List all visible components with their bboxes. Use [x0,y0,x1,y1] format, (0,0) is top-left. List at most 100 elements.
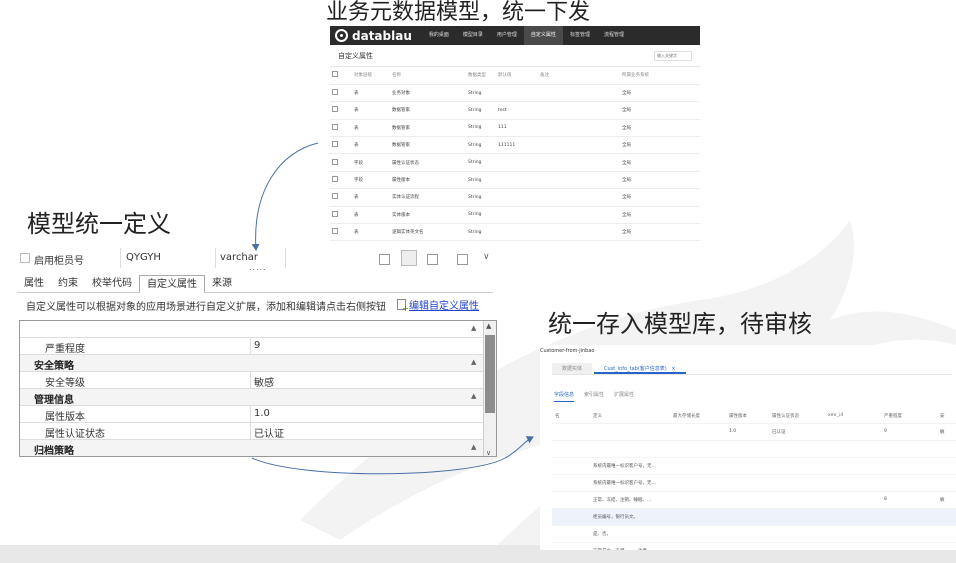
subtab-field-info[interactable]: 字段信息 [554,391,575,402]
column-divider [250,372,251,388]
row-checkbox[interactable] [330,101,352,120]
col-name[interactable]: 名称 [390,67,466,85]
subtab-index-attributes[interactable]: 索引属性 [584,391,604,402]
table-row[interactable]: 表数据管家 String 111111 全局 [330,136,700,155]
property-row[interactable]: 属性版本 1.0 [20,406,484,423]
tab-attributes[interactable]: 属性 [17,275,51,292]
nav-item-model-catalog[interactable]: 模型目录 [456,26,490,45]
flag-checkbox[interactable] [427,254,438,265]
col-severity[interactable]: 严重程度 [881,409,937,424]
col-security[interactable]: 安 [937,409,956,424]
cell-default [496,188,538,207]
tab-data-entity[interactable]: 数据实体 [552,363,593,374]
col-name[interactable]: 名 [552,409,590,424]
property-group-row[interactable]: 安全策略 ▲ [20,355,484,372]
property-value: 已认证 [254,429,284,440]
col-default[interactable]: 默认值 [496,67,538,85]
row-checkbox[interactable] [330,119,352,138]
search-input[interactable] [654,50,692,61]
row-checkbox[interactable] [330,206,352,225]
cell-name: 属性版本 [390,171,466,190]
collapse-icon[interactable]: ▲ [471,443,476,451]
property-row[interactable]: 属性认证状态 已认证 [20,423,484,440]
row-checkbox[interactable] [330,136,352,155]
table-row[interactable] [552,440,956,458]
datablau-panel: datablau 我的桌面 模型目录 用户管理 自定义属性 标签管理 流程管理 … [330,26,700,248]
tab-enum-codes[interactable]: 校举代码 [85,275,139,292]
flag-checkbox[interactable] [379,254,390,265]
vertical-scrollbar[interactable]: ▲ ∨ [483,321,496,456]
edit-custom-attributes-link[interactable]: 编辑自定义属性 [397,297,479,313]
nav-item-workflow[interactable]: 流程管理 [597,26,631,45]
flag-checkbox[interactable] [457,254,468,265]
cell-scope: 全局 [620,136,700,155]
collapse-icon[interactable]: ▲ [471,324,476,332]
table-row[interactable]: 字段 属性版本 String 全局 [330,171,700,190]
col-scope[interactable]: 所属业务系统 [620,67,700,85]
tab-constraints[interactable]: 约束 [51,275,85,292]
property-group-row[interactable]: 归档策略 ▲ [20,440,484,456]
collapse-icon[interactable]: ▲ [471,358,476,366]
col-definition[interactable]: 定义 [590,409,670,424]
table-row[interactable]: 1.0 已认证 9 敏 [552,423,956,441]
tab-custom-attributes[interactable]: 自定义属性 [139,275,205,293]
nav-item-desktop[interactable]: 我的桌面 [422,26,456,45]
table-row[interactable]: 系统内最唯一标识客户号，无... [552,474,956,492]
col-xmr-i4[interactable]: xmr_i4 [825,409,881,424]
nav-item-custom-attributes[interactable]: 自定义属性 [523,26,563,45]
table-row[interactable]: 表业务对象 String 全局 [330,84,700,103]
property-group-row[interactable]: 管理信息 ▲ [20,389,484,406]
table-row[interactable]: 正常开立，冻结，…，注意 [552,542,956,550]
nav-item-user-management[interactable]: 用户管理 [490,26,524,45]
scroll-up-icon[interactable]: ▲ [486,322,491,330]
cell-definition: 柜员编号，银行员文。 [590,508,670,526]
table-row[interactable]: 表数据管家 String test 全局 [330,101,700,120]
checkbox-icon [332,123,338,130]
tab-source[interactable]: 来源 [205,275,239,292]
table-row[interactable]: 表实体版本 String 全局 [330,206,700,225]
row-checkbox[interactable] [330,153,352,172]
property-row[interactable]: 安全等级 敏感 [20,372,484,389]
row-checkbox[interactable] [20,253,30,263]
scroll-down-icon[interactable]: ∨ [486,449,491,456]
select-all-checkbox[interactable] [330,67,352,85]
table-row[interactable]: 柜员编号，银行员文。 [552,508,956,526]
table-row[interactable]: 正常、冻结、注销、睡眠、... 8 敏 [552,491,956,509]
close-icon[interactable]: × [671,366,675,372]
row-checkbox[interactable] [330,84,352,103]
property-row[interactable]: 严重程度 9 [20,338,484,355]
cell-severity [881,440,937,458]
row-checkbox[interactable] [330,223,352,242]
table-row[interactable]: 表逻辑实体英文名 String 全局 [330,223,700,242]
col-max-length[interactable]: 最大存储长度 [670,409,726,424]
table-row[interactable]: 系统内最唯一标识客户号，无... [552,457,956,475]
field-row[interactable]: 启用柜员号 QYGYH varchar ..... ∨ [17,248,493,272]
cell-severity [881,542,937,550]
cell-attr-status [769,525,825,543]
row-checkbox[interactable] [330,188,352,207]
tab-cust-info[interactable]: Cust_info_tab(客户信息表) × [594,363,686,374]
checkbox-icon [332,141,338,148]
model-editor-panel: 启用柜员号 QYGYH varchar ..... ∨ 属性 约束 校举代码 自… [17,248,497,457]
table-row[interactable]: 表实体认证流程 String 全局 [330,188,700,207]
row-checkbox[interactable] [330,171,352,190]
col-level[interactable]: 对象层级 [352,67,390,85]
chevron-down-icon[interactable]: ∨ [483,252,490,262]
col-attr-version[interactable]: 属性版本 [726,409,769,424]
col-attr-status[interactable]: 属性认证状态 [769,409,825,424]
cell-type: String [466,223,496,242]
flag-checkbox[interactable] [401,250,417,266]
col-type[interactable]: 数据类型 [466,67,496,85]
cell-scope: 全局 [620,171,700,190]
table-row[interactable]: 字段 属性认证状态 String 全局 [330,153,700,172]
table-row[interactable]: 是、否。 [552,525,956,543]
collapse-icon[interactable]: ▲ [471,392,476,400]
nav-item-tag-management[interactable]: 标签管理 [563,26,597,45]
scroll-thumb[interactable] [485,335,495,413]
table-body: 表业务对象 String 全局表数据管家 String test 全局表数据管家 Strin… [330,84,700,242]
brand-logo[interactable]: datablau [335,29,412,43]
table-row[interactable]: 表数据管家 String 111 全局 [330,119,700,138]
property-grid: ▲ 严重程度 9 安全策略 ▲ 安全等级 敏感 管理信息 ▲ 属性版本 1.0 属性认证状态 已认证 归档… [19,320,497,457]
subtab-extended-attributes[interactable]: 扩展属性 [614,391,634,402]
col-note[interactable]: 备注 [538,67,620,85]
